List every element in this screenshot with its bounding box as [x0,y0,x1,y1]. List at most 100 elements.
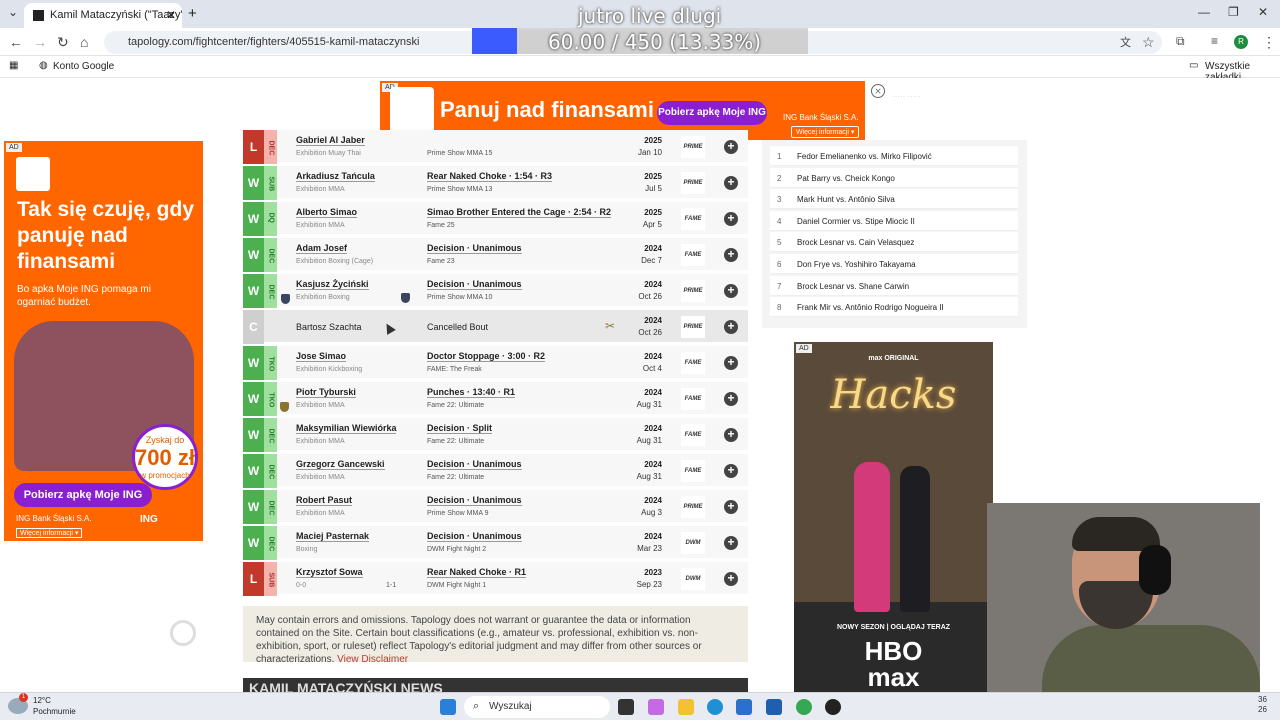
expand-bout-icon[interactable]: + [724,500,738,514]
top-fight-item[interactable]: 8 Frank Mir vs. Antônio Rodrigo Nogueira … [770,297,1018,318]
fight-method-link[interactable]: Decision · Unanimous [427,459,522,470]
mail-icon[interactable] [736,699,752,715]
bout-row[interactable]: W TKO Piotr Tyburski Exhibition MMA Punches … [243,382,748,416]
fight-method-link[interactable]: Doctor Stoppage · 3:00 · R2 [427,351,546,362]
promotion-logo[interactable]: FAME [681,244,705,266]
expand-bout-icon[interactable]: + [724,536,738,550]
bout-row[interactable]: W DEC Kasjusz Życiński Exhibition Boxing Dec… [243,274,748,308]
bookmark-konto-google[interactable]: Konto Google [53,61,114,72]
opponent-link[interactable]: Robert Pasut [296,495,353,506]
promotion-logo[interactable]: FAME [681,388,705,410]
minimize-icon[interactable]: — [1198,5,1210,19]
menu-icon[interactable]: ⋮ [1262,34,1276,51]
fight-method-link[interactable]: Simao Brother Entered the Cage · 2:54 · … [427,207,612,218]
left-ad-cta-button[interactable]: Pobierz apkę Moje ING [14,483,152,507]
opponent-link[interactable]: Jose Simao [296,351,347,362]
close-ad-icon[interactable]: ⨯ [871,84,885,98]
promotion-logo[interactable]: FAME [681,460,705,482]
bout-row[interactable]: L SUB Krzysztof Sowa 0-0 1-1 Rear Naked Choke… [243,562,748,596]
bout-row[interactable]: W SUB Arkadiusz Tańcula Exhibition MMA Rear … [243,166,748,200]
edge-icon[interactable] [707,699,723,715]
windows-start-icon[interactable] [440,699,456,715]
reload-icon[interactable]: ↻ [57,34,69,51]
promotion-logo[interactable]: FAME [681,424,705,446]
new-tab-icon[interactable]: + [188,5,197,22]
task-view-icon[interactable] [618,699,634,715]
fight-method-link[interactable]: Decision · Unanimous [427,243,522,254]
obs-icon[interactable] [825,699,841,715]
home-icon[interactable]: ⌂ [80,34,88,50]
store-icon[interactable] [766,699,782,715]
translate-icon[interactable]: 文 [1120,34,1131,50]
promotion-logo[interactable]: PRIME [681,496,705,518]
top-fight-item[interactable]: 7 Brock Lesnar vs. Shane Carwin [770,275,1018,296]
hbo-max-ad[interactable]: AD max ORIGINAL Hacks NOWY SEZON | OGLĄD… [794,342,993,692]
top-fight-item[interactable]: 5 Brock Lesnar vs. Cain Velasquez [770,232,1018,253]
expand-bout-icon[interactable]: + [724,572,738,586]
promotion-logo[interactable]: PRIME [681,316,705,338]
top-fight-item[interactable]: 4 Daniel Cormier vs. Stipe Miocic II [770,210,1018,231]
expand-bout-icon[interactable]: + [724,392,738,406]
expand-bout-icon[interactable]: + [724,176,738,190]
fight-method-link[interactable]: Rear Naked Choke · R1 [427,567,527,578]
expand-bout-icon[interactable]: + [724,464,738,478]
left-ad-more-info[interactable]: Więcej informacji ▾ [16,528,83,538]
opponent-link[interactable]: Adam Josef [296,243,348,254]
expand-bout-icon[interactable]: + [724,284,738,298]
expand-bout-icon[interactable]: + [724,356,738,370]
expand-bout-icon[interactable]: + [724,320,738,334]
opponent-link[interactable]: Krzysztof Sowa [296,567,363,578]
promotion-logo[interactable]: FAME [681,208,705,230]
opponent-link[interactable]: Arkadiusz Tańcula [296,171,375,182]
bout-row[interactable]: W DEC Adam Josef Exhibition Boxing (Cage) De… [243,238,748,272]
left-ing-ad[interactable]: AD Tak się czuję, gdy panuję nad finansa… [4,141,203,541]
opponent-link[interactable]: Piotr Tyburski [296,387,356,398]
view-disclaimer-link[interactable]: View Disclaimer [337,654,408,665]
tab-search-icon[interactable]: ⌄ [8,5,18,19]
active-tab[interactable]: Kamil Mataczyński ("Taazy") | M ✕ [24,3,182,28]
promotion-logo[interactable]: PRIME [681,136,705,158]
clock[interactable]: 36 26 [1258,695,1267,715]
opponent-link[interactable]: Kasjusz Życiński [296,279,369,290]
bout-row[interactable]: W DEC Grzegorz Gancewski Exhibition MMA Deci… [243,454,748,488]
promotion-logo[interactable]: DWM [681,568,705,590]
bout-row[interactable]: L DEC Gabriel Al Jaber Exhibition Muay Thai… [243,130,748,164]
opponent-link[interactable]: Gabriel Al Jaber [296,135,365,146]
reading-list-icon[interactable]: ≡ [1211,34,1218,48]
file-explorer-icon[interactable] [678,699,694,715]
bout-row[interactable]: W DEC Robert Pasut Exhibition MMA Decision ·… [243,490,748,524]
top-fight-item[interactable]: 1 Fedor Emelianenko vs. Mirko Filipović [770,146,1018,166]
top-fight-item[interactable]: 6 Don Frye vs. Yoshihiro Takayama [770,254,1018,274]
bout-row[interactable]: W TKO Jose Simao Exhibition Kickboxing Docto… [243,346,748,380]
opponent-link[interactable]: Maciej Pasternak [296,531,370,542]
bout-row[interactable]: W DQ Alberto Simao Exhibition MMA Simao Brot… [243,202,748,236]
close-tab-icon[interactable]: ✕ [166,8,176,22]
fight-method-link[interactable]: Decision · Unanimous [427,531,522,542]
apps-icon[interactable]: ▦ [9,60,18,71]
bout-row[interactable]: W DEC Maciej Pasternak Boxing Decision · Una… [243,526,748,560]
opponent-link[interactable]: Maksymilian Wiewiórka [296,423,397,434]
banner-cta-button[interactable]: Pobierz apkę Moje ING [657,101,767,125]
extensions-icon[interactable]: ⧉ [1176,34,1185,49]
fight-method-link[interactable]: Decision · Unanimous [427,495,522,506]
taskbar-search[interactable]: ⌕ Wyszukaj [464,696,610,718]
opponent-link[interactable]: Bartosz Szachta [296,322,362,332]
bookmark-star-icon[interactable]: ☆ [1142,34,1155,51]
opponent-link[interactable]: Grzegorz Gancewski [296,459,385,470]
weather-widget[interactable]: 12°C Pochmurnie [33,695,76,717]
copilot-icon[interactable] [648,699,664,715]
forward-icon[interactable]: → [33,34,47,50]
promotion-logo[interactable]: FAME [681,352,705,374]
fight-method-link[interactable]: Punches · 13:40 · R1 [427,387,516,398]
bout-row[interactable]: W DEC Maksymilian Wiewiórka Exhibition MMA D… [243,418,748,452]
back-icon[interactable]: ← [9,34,23,50]
promotion-logo[interactable]: PRIME [681,172,705,194]
bout-row[interactable]: C Bartosz Szachta Cancelled Bout 2024 Oct 26… [243,310,748,344]
expand-bout-icon[interactable]: + [724,428,738,442]
expand-bout-icon[interactable]: + [724,212,738,226]
expand-bout-icon[interactable]: + [724,140,738,154]
fight-method-link[interactable]: Decision · Unanimous [427,279,522,290]
fight-method-link[interactable]: Decision · Split [427,423,493,434]
chrome-icon[interactable] [796,699,812,715]
top-fight-item[interactable]: 2 Pat Barry vs. Cheick Kongo [770,167,1018,188]
